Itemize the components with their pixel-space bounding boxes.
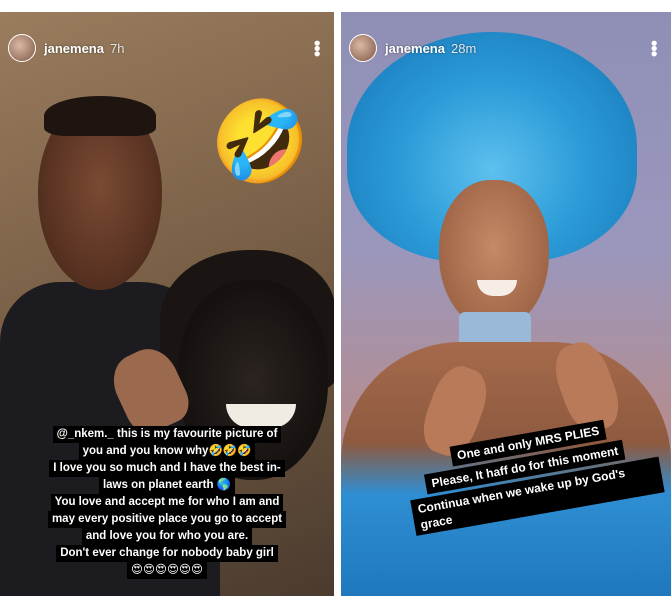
- avatar[interactable]: [8, 34, 36, 62]
- photo-man-hair: [44, 96, 156, 136]
- avatar[interactable]: [349, 34, 377, 62]
- more-options-icon[interactable]: •••: [307, 40, 327, 56]
- photo-woman-face: [439, 180, 549, 330]
- caption-line: Don't ever change for nobody baby girl: [56, 545, 278, 562]
- story-caption: @_nkem._ this is my favourite picture of…: [4, 426, 330, 579]
- story-header: janemena 28m •••: [349, 34, 664, 62]
- caption-line: @_nkem._ this is my favourite picture of: [52, 426, 282, 443]
- caption-line: You love and accept me for who I am and: [50, 494, 284, 511]
- laughing-emoji-sticker: 🤣: [210, 97, 310, 186]
- more-options-icon[interactable]: •••: [644, 40, 664, 56]
- caption-line: and love you for who you are.: [81, 528, 253, 545]
- caption-line: I love you so much and I have the best i…: [49, 460, 285, 477]
- caption-line: laws on planet earth 🌎: [98, 477, 236, 494]
- caption-line: you and you know why🤣🤣🤣: [78, 443, 256, 460]
- caption-line: 😍😍😍😍😍😍: [127, 562, 207, 579]
- post-time: 7h: [109, 40, 125, 56]
- caption-line: may every positive place you go to accep…: [47, 511, 287, 528]
- username[interactable]: janemena: [44, 41, 104, 56]
- username[interactable]: janemena: [385, 41, 445, 56]
- story-header: janemena 7h •••: [8, 34, 327, 62]
- post-time: 28m: [450, 40, 477, 56]
- story-left[interactable]: 🤣 janemena 7h ••• @_nkem._ this is my fa…: [0, 12, 334, 596]
